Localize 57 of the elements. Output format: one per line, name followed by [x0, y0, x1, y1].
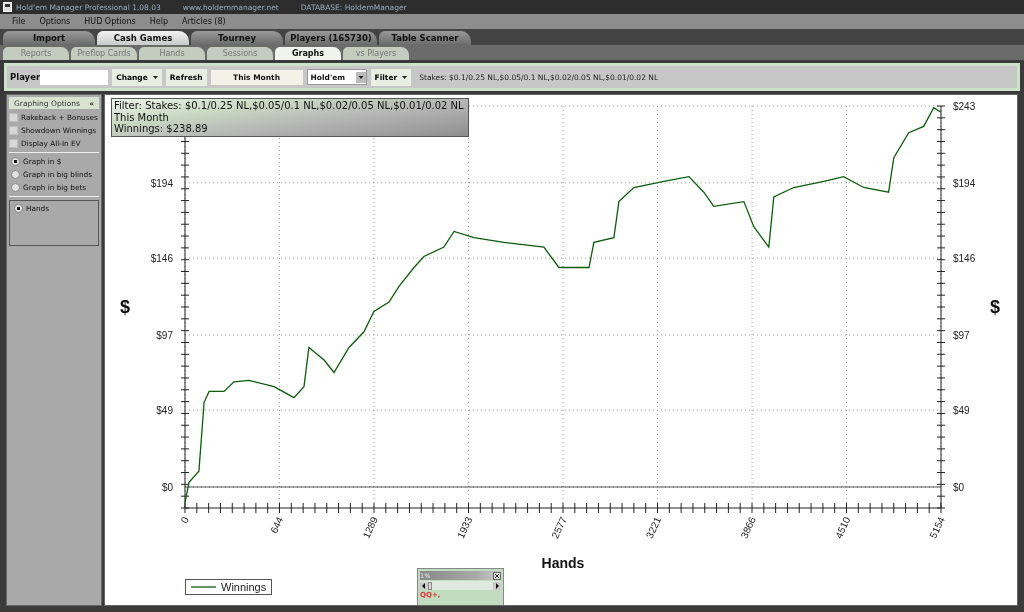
menu-item[interactable]: Help [149, 17, 168, 26]
y-tick-label: $0 [953, 482, 965, 493]
legend-label: Winnings [221, 581, 267, 593]
tab[interactable]: Graphs [275, 47, 341, 60]
chart-legend: Winnings [185, 579, 272, 595]
radio-button[interactable] [11, 170, 20, 179]
y-tick-label: $97 [156, 329, 173, 341]
y-axis-title: $ [990, 297, 1000, 317]
dropdown-icon [355, 71, 366, 83]
scroll-bar[interactable] [420, 581, 501, 590]
y-tick-label: $0 [161, 482, 173, 493]
x-tick-label: 3221 [643, 515, 664, 540]
tab[interactable]: Import [3, 31, 95, 45]
player-label: Player [10, 72, 41, 82]
x-tick-label: 1289 [360, 515, 380, 540]
checkbox[interactable] [9, 113, 18, 122]
caret-icon [402, 75, 408, 79]
y-tick-label: $194 [150, 177, 173, 189]
tab[interactable]: Table Scanner [379, 31, 471, 45]
menu-item[interactable]: Options [39, 17, 71, 26]
tab[interactable]: vs Players [343, 47, 409, 60]
x-tick-label: 644 [268, 515, 286, 535]
x-tick-label: 4510 [833, 515, 853, 540]
player-field[interactable] [40, 69, 109, 85]
tab[interactable]: Reports [3, 47, 69, 60]
info-text: Filter: Stakes: $0.1/0.25 NL,$0.05/0.1 NL,$0.02/0.05 NL,$0.01/0.02 NL [114, 100, 465, 112]
caret-icon [152, 75, 158, 79]
menu-item[interactable]: HUD Options [84, 17, 136, 26]
x-tick-label: 3866 [738, 515, 758, 540]
info-text: Winnings: $238.89 [114, 123, 209, 135]
y-tick-label: $49 [953, 405, 970, 417]
radio-button[interactable] [11, 157, 20, 166]
y-tick-label: $146 [150, 253, 173, 265]
radio-button[interactable] [11, 183, 20, 192]
tab[interactable]: Cash Games [97, 31, 189, 45]
y-tick-label: $97 [953, 329, 970, 341]
radio-button[interactable] [14, 204, 23, 213]
x-tick-label: 2577 [549, 515, 569, 540]
y-tick-label: $194 [953, 177, 976, 189]
close-icon[interactable] [493, 571, 501, 580]
tab[interactable]: Players (165730) [285, 31, 377, 45]
info-text: This Month [114, 111, 170, 123]
x-axis-title: Hands [541, 555, 585, 571]
tab[interactable]: Hands [139, 47, 205, 60]
x-tick-label: 0 [178, 515, 191, 525]
tab[interactable]: Preflop Cards [71, 47, 137, 60]
x-tick-label: 1933 [455, 515, 475, 540]
x-tick-label: 5154 [927, 515, 947, 540]
y-tick-label: $243 [953, 101, 976, 112]
menu-item[interactable]: File [12, 17, 26, 26]
checkbox[interactable] [9, 139, 18, 148]
y-tick-label: $146 [953, 253, 976, 265]
menu-item[interactable]: Articles (8) [181, 17, 226, 26]
checkbox[interactable] [9, 126, 18, 135]
y-axis-title: $ [120, 297, 130, 317]
y-tick-label: $49 [156, 405, 173, 417]
tab[interactable]: Tourney [191, 31, 283, 45]
